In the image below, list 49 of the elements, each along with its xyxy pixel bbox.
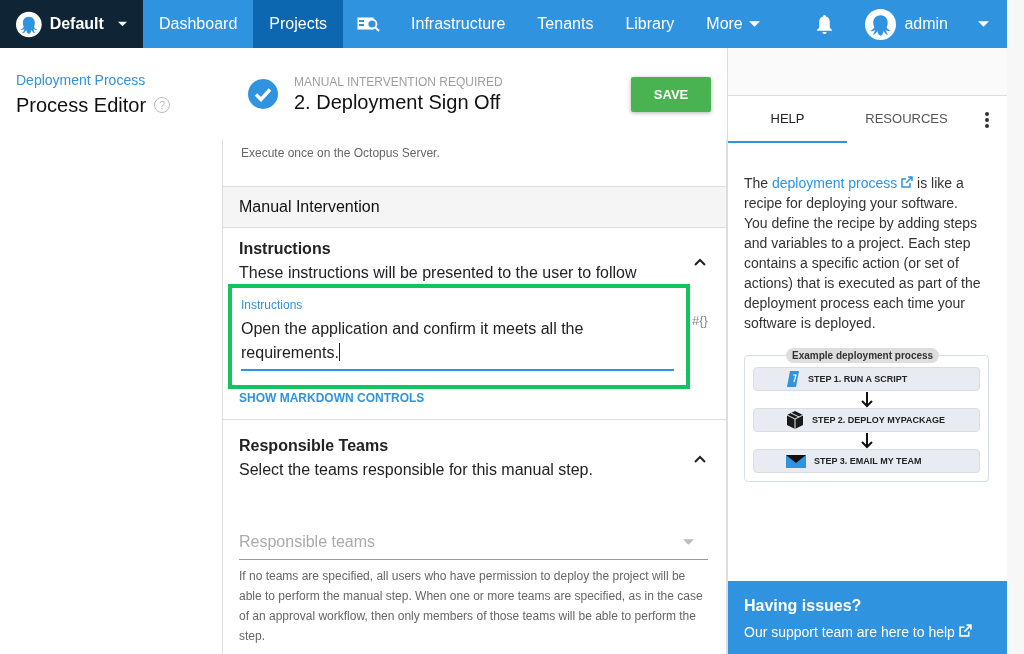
check-circle-icon [248,79,278,109]
envelope-icon [786,454,806,468]
step-title: 2. Deployment Sign Off [294,90,502,114]
sidebar-tab[interactable]: RESOURCES [847,96,966,143]
caret-icon [978,21,989,27]
package-icon [786,411,804,429]
card-search-icon [357,16,382,32]
teams-help-text: If no teams are specified, all users who have permission to deploy the project will be able to perform the manual step. When one or more teams are specified, as in the case of an approval workflow, then only members of those teams will be able to perform the step. [239,568,704,645]
avatar-icon [865,8,897,40]
example-step: STEP 3. EMAIL MY TEAM [753,449,980,473]
teams-title: Responsible Teams [239,437,390,455]
step-type-label: MANUAL INTERVENTION REQUIRED [294,74,504,89]
nav-tab[interactable]: Tenants [521,0,610,48]
instructions-title: Instructions [239,240,332,258]
scroll-icon [786,370,800,388]
external-link-icon [958,624,972,637]
dropdown-arrow-icon [683,539,694,545]
nav-tab[interactable]: Infrastructure [395,0,522,48]
example-title: Example deployment process [786,348,940,363]
nav-tab[interactable]: Library [609,0,691,48]
show-markdown-controls-link[interactable]: SHOW MARKDOWN CONTROLS [239,391,708,405]
breadcrumb-link[interactable]: Deployment Process [16,71,248,88]
instructions-description: These instructions will be presented to the user to follow [239,264,638,282]
bell-icon [816,14,834,34]
execution-note: Execute once on the Octopus Server. [240,145,441,162]
down-arrow-icon [860,392,873,408]
workspace-menu[interactable]: Default [0,0,143,48]
deployment-process-link[interactable]: deployment process [772,175,914,191]
section-header: Manual Intervention [223,186,726,228]
teams-description: Select the teams responsible for this manual step. [239,461,594,479]
user-menu[interactable]: admin [855,0,1007,48]
support-link[interactable]: Our support team are here to help [744,624,972,640]
down-arrow-icon [860,433,873,449]
nav-tab[interactable]: Dashboard [143,0,254,48]
caret-icon [117,21,127,27]
teams-select[interactable]: Responsible teams [239,527,708,560]
insert-variable-button[interactable]: #{} [692,313,708,328]
example-step: STEP 2. DEPLOY MYPACKAGE [753,408,980,432]
kebab-menu-icon [984,111,989,128]
help-paragraph: The deployment process is like a recipe for deploying your software. You define the recipe by adding steps and variables to a project. Each step contains a specific action (or set of actions) that is executed as part of the deployment process each time your software is deployed. [744,174,982,333]
page-title: Process Editor [16,93,147,117]
support-title: Having issues? [744,597,863,615]
example-step: STEP 1. RUN A SCRIPT [753,367,980,391]
nav-tab[interactable]: More [690,0,776,48]
nav-tab[interactable]: Projects [253,0,344,48]
external-link-icon [901,176,914,188]
save-button[interactable]: SAVE [631,76,711,112]
instructions-field[interactable]: Instructions Open the application and confirm it meets all the requirements. [241,298,674,371]
sidebar-tab[interactable]: HELP [728,96,847,143]
